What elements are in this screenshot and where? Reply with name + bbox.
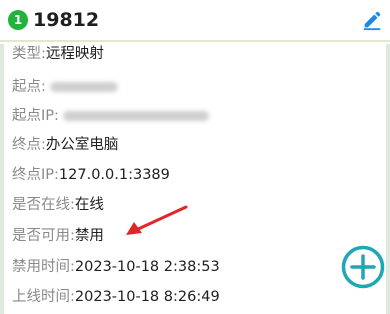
field-value: 禁用: [74, 228, 104, 244]
card-header: 1 19812: [0, 0, 390, 42]
field-value: 在线: [74, 197, 104, 213]
field-label: 起点:: [12, 79, 46, 95]
field-type: 类型:远程映射: [12, 42, 104, 66]
field-label: 上线时间:: [12, 289, 75, 305]
field-label: 类型:: [12, 46, 46, 62]
field-label: 终点:: [12, 137, 46, 153]
field-source: 起点:: [12, 75, 118, 99]
field-label: 终点IP:: [12, 167, 59, 183]
field-value: 127.0.0.1:3389: [58, 167, 170, 183]
field-online-time: 上线时间:2023-10-18 8:26:49: [12, 285, 220, 309]
field-label: 是否在线:: [12, 197, 75, 213]
obscured-value: [49, 82, 118, 92]
field-online-status: 是否在线:在线: [12, 193, 104, 217]
card-left-accent: [0, 44, 4, 314]
field-value: 2023-10-18 2:38:53: [74, 259, 220, 275]
field-source-ip: 起点IP:: [12, 104, 209, 128]
field-disabled-time: 禁用时间:2023-10-18 2:38:53: [12, 255, 220, 279]
field-label: 禁用时间:: [12, 259, 75, 275]
add-circle-icon[interactable]: [340, 244, 386, 290]
card-title: 19812: [33, 9, 100, 31]
field-label: 起点IP:: [12, 108, 59, 124]
obscured-value: [62, 111, 209, 121]
card-right-accent: [386, 44, 390, 314]
field-value: 远程映射: [45, 46, 104, 62]
edit-icon[interactable]: [361, 9, 383, 31]
mapping-card: 1 19812 类型:远程映射 起点: 起点IP: 终点:办公室电脑 终点IP:…: [0, 0, 390, 314]
field-destination: 终点:办公室电脑: [12, 133, 118, 157]
field-value: 办公室电脑: [45, 137, 119, 153]
field-destination-ip: 终点IP:127.0.0.1:3389: [12, 163, 170, 187]
field-availability: 是否可用:禁用: [12, 224, 104, 248]
field-label: 是否可用:: [12, 228, 75, 244]
index-badge: 1: [8, 10, 28, 30]
red-arrow-icon: [126, 205, 188, 235]
field-value: 2023-10-18 8:26:49: [74, 289, 220, 305]
